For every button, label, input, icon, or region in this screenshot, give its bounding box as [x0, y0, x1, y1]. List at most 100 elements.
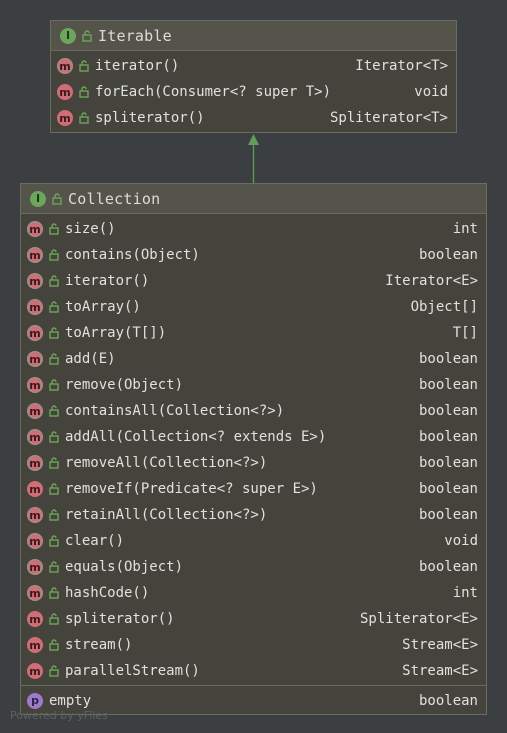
method-icon: m: [27, 273, 43, 289]
collection-header: I Collection: [21, 184, 486, 214]
iterable-interface-box[interactable]: I Iterable m iterator() Iterator<T> m forEac…: [50, 20, 457, 133]
method-row[interactable]: m hashCode() int: [21, 580, 486, 606]
method-row[interactable]: m equals(Object) boolean: [21, 554, 486, 580]
method-row[interactable]: m spliterator() Spliterator<T>: [51, 105, 456, 131]
class-name: Collection: [68, 189, 161, 208]
return-type: Iterator<E>: [385, 273, 478, 289]
public-lock-icon: [49, 483, 59, 495]
method-row[interactable]: m contains(Object) boolean: [21, 242, 486, 268]
public-lock-icon: [49, 639, 59, 651]
public-lock-icon: [79, 86, 89, 98]
iterable-header: I Iterable: [51, 21, 456, 51]
method-signature: iterator(): [95, 58, 180, 74]
method-row[interactable]: m toArray() Object[]: [21, 294, 486, 320]
method-row[interactable]: m remove(Object) boolean: [21, 372, 486, 398]
method-signature: toArray(T[]): [65, 325, 167, 341]
public-lock-icon: [49, 535, 59, 547]
method-icon: m: [27, 507, 43, 523]
interface-icon: I: [30, 190, 46, 207]
return-type: boolean: [418, 559, 478, 575]
public-lock-icon: [49, 301, 59, 313]
return-type: Stream<E>: [402, 663, 478, 679]
public-lock-icon: [49, 275, 59, 287]
public-lock-icon: [49, 327, 59, 339]
method-signature: removeIf(Predicate<? super E>): [65, 481, 318, 497]
public-lock-icon: [49, 561, 59, 573]
method-signature: hashCode(): [65, 585, 150, 601]
public-lock-icon: [52, 192, 62, 205]
method-signature: add(E): [65, 351, 116, 367]
return-type: Object[]: [410, 299, 478, 315]
method-icon: m: [57, 58, 73, 74]
method-row[interactable]: m forEach(Consumer<? super T>) void: [51, 79, 456, 105]
method-signature: clear(): [65, 533, 125, 549]
method-signature: removeAll(Collection<?>): [65, 455, 268, 471]
public-lock-icon: [49, 509, 59, 521]
return-type: Iterator<T>: [355, 58, 448, 74]
method-signature: retainAll(Collection<?>): [65, 507, 268, 523]
method-row[interactable]: m toArray(T[]) T[]: [21, 320, 486, 346]
method-signature: spliterator(): [65, 611, 175, 627]
property-icon: p: [27, 692, 43, 709]
return-type: boolean: [418, 429, 478, 445]
method-row[interactable]: m removeAll(Collection<?>) boolean: [21, 450, 486, 476]
method-row[interactable]: m retainAll(Collection<?>) boolean: [21, 502, 486, 528]
method-row[interactable]: m spliterator() Spliterator<E>: [21, 606, 486, 632]
public-lock-icon: [49, 457, 59, 469]
method-icon: m: [27, 533, 43, 549]
public-lock-icon: [49, 249, 59, 261]
return-type: boolean: [418, 377, 478, 393]
method-row[interactable]: m containsAll(Collection<?>) boolean: [21, 398, 486, 424]
method-row[interactable]: m addAll(Collection<? extends E>) boolean: [21, 424, 486, 450]
method-icon: m: [27, 377, 43, 393]
public-lock-icon: [49, 223, 59, 235]
return-type: boolean: [418, 455, 478, 471]
return-type: void: [444, 533, 478, 549]
method-signature: containsAll(Collection<?>): [65, 403, 285, 419]
method-icon: m: [27, 325, 43, 341]
iterable-methods-list: m iterator() Iterator<T> m forEach(Consumer<…: [51, 51, 456, 132]
collection-interface-box[interactable]: I Collection m size() int m contains(Object)…: [20, 183, 487, 715]
method-icon: m: [27, 403, 43, 419]
method-row[interactable]: m iterator() Iterator<T>: [51, 53, 456, 79]
method-row[interactable]: m iterator() Iterator<E>: [21, 268, 486, 294]
method-icon: m: [27, 663, 43, 679]
method-icon: m: [27, 637, 43, 653]
method-icon: m: [27, 221, 43, 237]
method-signature: remove(Object): [65, 377, 184, 393]
return-type: boolean: [418, 481, 478, 497]
public-lock-icon: [49, 353, 59, 365]
method-row[interactable]: m removeIf(Predicate<? super E>) boolean: [21, 476, 486, 502]
property-name: empty: [49, 692, 92, 709]
public-lock-icon: [49, 379, 59, 391]
method-signature: equals(Object): [65, 559, 184, 575]
method-row[interactable]: m stream() Stream<E>: [21, 632, 486, 658]
method-signature: contains(Object): [65, 247, 200, 263]
return-type: boolean: [418, 403, 478, 419]
method-signature: forEach(Consumer<? super T>): [95, 84, 332, 100]
method-icon: m: [27, 481, 43, 497]
method-row[interactable]: m add(E) boolean: [21, 346, 486, 372]
method-row[interactable]: m clear() void: [21, 528, 486, 554]
return-type: int: [452, 585, 478, 601]
method-icon: m: [27, 611, 43, 627]
method-row[interactable]: m size() int: [21, 216, 486, 242]
class-name: Iterable: [98, 26, 172, 45]
method-signature: parallelStream(): [65, 663, 200, 679]
method-icon: m: [57, 84, 73, 100]
collection-methods-list: m size() int m contains(Object) boolean m itera…: [21, 214, 486, 685]
return-type: boolean: [418, 247, 478, 263]
return-type: Spliterator<E>: [359, 611, 478, 627]
method-icon: m: [27, 247, 43, 263]
public-lock-icon: [49, 587, 59, 599]
method-signature: spliterator(): [95, 110, 205, 126]
method-row[interactable]: m parallelStream() Stream<E>: [21, 658, 486, 684]
method-signature: size(): [65, 221, 116, 237]
return-type: void: [414, 84, 448, 100]
public-lock-icon: [82, 29, 92, 42]
return-type: int: [452, 221, 478, 237]
return-type: Spliterator<T>: [329, 110, 448, 126]
method-icon: m: [27, 351, 43, 367]
inheritance-arrowhead: [248, 134, 259, 145]
return-type: boolean: [418, 351, 478, 367]
